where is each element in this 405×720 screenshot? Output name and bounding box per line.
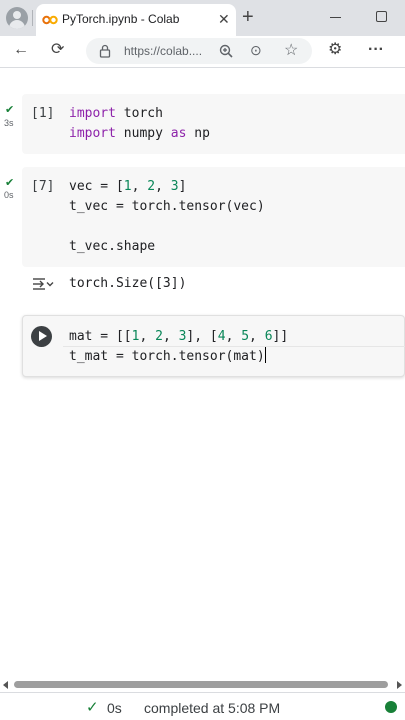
code-token-np: np: [194, 126, 210, 141]
code-keyword-import: import: [69, 126, 116, 141]
scroll-right-arrow-icon[interactable]: [397, 681, 402, 689]
browser-tab[interactable]: PyTorch.ipynb - Colab ✕: [36, 4, 236, 36]
tab-title: PyTorch.ipynb - Colab: [62, 12, 180, 26]
tab-divider: [32, 10, 33, 26]
lock-icon[interactable]: [98, 44, 112, 58]
cell-exec-time: 3s: [4, 118, 14, 128]
toolbar-divider: [0, 67, 405, 68]
cell-exec-count: [7]: [31, 179, 55, 194]
maximize-window-icon[interactable]: [376, 11, 387, 22]
address-bar[interactable]: https://colab.... ⊙ ☆: [86, 38, 312, 64]
code-line: import torch: [69, 106, 163, 121]
code-keyword-import: import: [69, 106, 116, 121]
status-exec-time: 0s: [107, 700, 122, 716]
new-tab-button[interactable]: +: [242, 7, 254, 27]
browser-toolbar: ← ⟳ https://colab.... ⊙ ☆ ⚙ ···: [0, 36, 405, 66]
code-keyword-as: as: [170, 126, 187, 141]
code-line: t_vec = torch.tensor(vec): [69, 199, 265, 214]
page-actions-icon[interactable]: ⊙: [250, 42, 262, 59]
close-tab-icon[interactable]: ✕: [218, 11, 230, 27]
colab-logo-icon: [42, 15, 58, 25]
url-text[interactable]: https://colab....: [124, 44, 202, 58]
status-bar: ✓ 0s completed at 5:08 PM: [0, 692, 405, 720]
scrollbar-thumb[interactable]: [14, 681, 388, 688]
code-line: t_vec.shape: [69, 239, 156, 254]
runtime-status-dot-icon[interactable]: [385, 701, 397, 713]
cell-1-code[interactable]: import torch import numpy as np: [69, 104, 210, 144]
run-cell-button[interactable]: [31, 326, 52, 347]
cell-2-code[interactable]: vec = [1, 2, 3] t_vec = torch.tensor(vec…: [69, 177, 265, 257]
browser-menu-icon[interactable]: ···: [368, 40, 384, 60]
code-token-torch: torch: [123, 106, 163, 121]
cell-output-text: torch.Size([3]): [69, 276, 187, 291]
cell-1-gutter: ✔ 3s: [0, 100, 22, 150]
back-arrow-icon[interactable]: ←: [13, 40, 29, 60]
executed-check-icon: ✔: [5, 177, 15, 189]
zoom-icon[interactable]: [218, 43, 234, 59]
output-actions-icon[interactable]: [32, 277, 54, 291]
code-line: mat = [[1, 2, 3], [4, 5, 6]]: [69, 329, 289, 344]
code-line: import numpy as np: [69, 126, 210, 141]
executed-check-icon: ✔: [5, 104, 15, 116]
text-cursor: [264, 347, 266, 363]
scroll-left-arrow-icon[interactable]: [3, 681, 8, 689]
cell-3-code[interactable]: mat = [[1, 2, 3], [4, 5, 6]] t_mat = tor…: [69, 327, 288, 367]
cell-exec-time: 0s: [4, 190, 14, 200]
horizontal-scrollbar[interactable]: [0, 680, 405, 690]
profile-avatar-icon[interactable]: [6, 7, 28, 29]
code-line: vec = [1, 2, 3]: [69, 179, 187, 194]
favorite-star-icon[interactable]: ☆: [284, 40, 298, 60]
cell-2-gutter: ✔ 0s: [0, 175, 22, 225]
code-line: t_mat = torch.tensor(mat): [69, 347, 266, 364]
status-check-icon: ✓: [86, 699, 99, 716]
cell-exec-count: [1]: [31, 106, 55, 121]
minimize-window-icon[interactable]: [330, 17, 341, 18]
reload-icon[interactable]: ⟳: [51, 40, 64, 60]
browser-tab-bar: PyTorch.ipynb - Colab ✕ +: [0, 0, 405, 36]
status-completed-text[interactable]: completed at 5:08 PM: [144, 700, 280, 716]
code-token-numpy: numpy: [123, 126, 163, 141]
extensions-icon[interactable]: ⚙: [328, 40, 342, 60]
